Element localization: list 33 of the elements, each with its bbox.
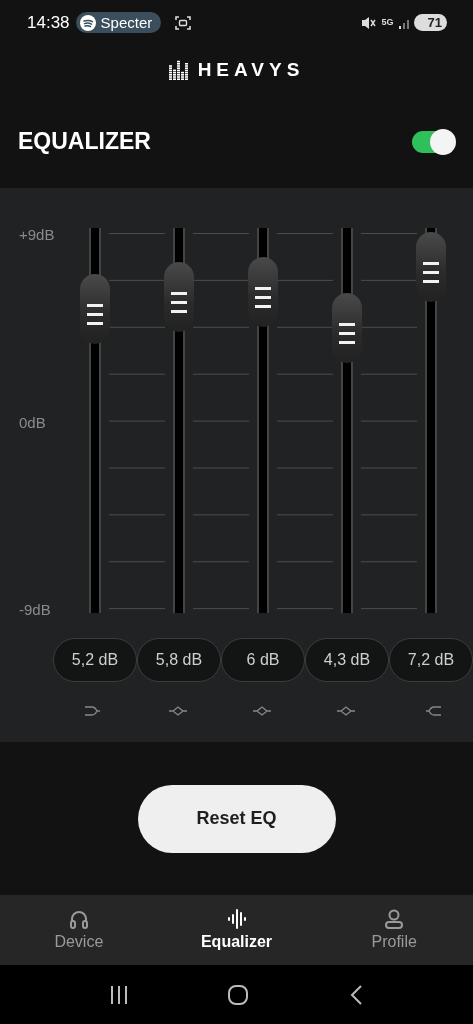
scale-label: -9dB: [19, 601, 51, 618]
brand-name: HEAVYS: [197, 59, 305, 81]
equalizer-logo-icon: [168, 60, 189, 80]
slider-handle[interactable]: [164, 261, 194, 332]
music-icon: [79, 14, 96, 31]
screen-title: EQUALIZER: [18, 128, 151, 155]
scale-label: 0dB: [19, 413, 46, 431]
home-icon[interactable]: [228, 984, 249, 1005]
gain-reading: 5,8 dB: [137, 638, 221, 682]
gain-reading: 5,2 dB: [53, 638, 137, 682]
gain-reading: 4,3 dB: [305, 638, 389, 682]
waveform-icon: [226, 909, 247, 929]
nav-tab[interactable]: Device: [0, 895, 158, 965]
slider-handle[interactable]: [248, 257, 278, 328]
back-icon[interactable]: [348, 984, 363, 1005]
gain-reading: 6 dB: [221, 638, 305, 682]
slider-handle[interactable]: [416, 231, 446, 302]
nav-tab[interactable]: Profile: [315, 895, 473, 965]
gain-reading: 7,2 dB: [389, 638, 473, 682]
mute-icon: [360, 14, 376, 31]
screenshot-icon: [175, 14, 192, 31]
nav-tab[interactable]: Equalizer: [157, 895, 316, 965]
reset-eq-button[interactable]: Reset EQ: [137, 784, 336, 853]
slider-handle[interactable]: [80, 274, 110, 345]
status-time: 14:38: [27, 12, 70, 33]
media-chip[interactable]: Specter: [75, 12, 162, 33]
profile-icon: [384, 909, 405, 929]
battery-level: 71: [413, 14, 447, 31]
recent-apps-icon[interactable]: [110, 984, 129, 1005]
network-label: 5G: [381, 18, 394, 27]
slider-handle[interactable]: [332, 293, 362, 364]
scale-label: +9dB: [19, 226, 55, 243]
headphones-icon: [68, 909, 89, 929]
